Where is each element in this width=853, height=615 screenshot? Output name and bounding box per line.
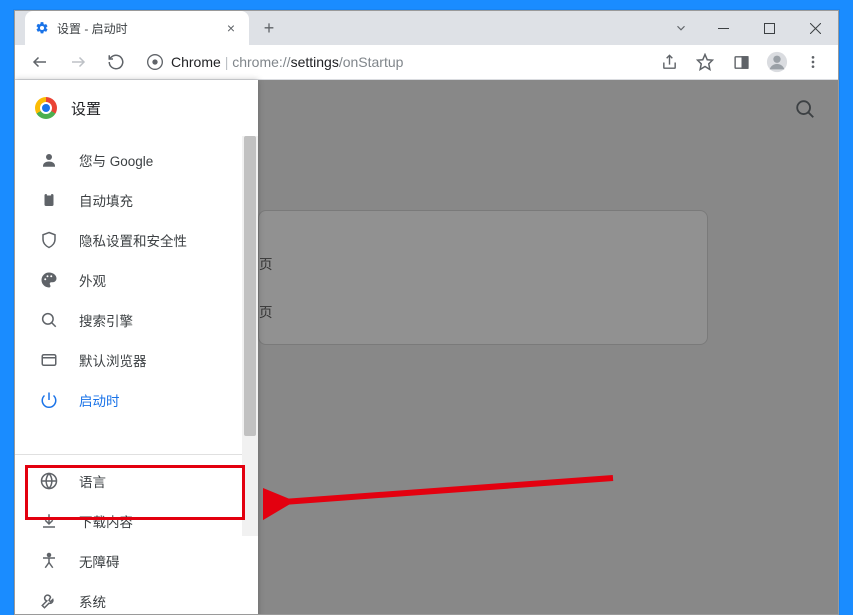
profile-avatar[interactable]	[760, 45, 794, 79]
sidebar-item-label: 无障碍	[79, 551, 120, 571]
sidebar-item-globe[interactable]: 语言	[15, 461, 258, 501]
site-info-icon[interactable]	[147, 54, 163, 70]
side-panel-icon[interactable]	[724, 45, 758, 79]
gear-icon	[35, 21, 49, 35]
sidebar-item-label: 系统	[79, 591, 106, 611]
sidebar-item-label: 您与 Google	[79, 150, 153, 170]
sidebar-item-shield[interactable]: 隐私设置和安全性	[15, 220, 258, 260]
sidebar-item-power[interactable]: 启动时	[15, 380, 258, 420]
browser-tab[interactable]: 设置 - 启动时 ×	[25, 11, 249, 45]
sidebar-item-label: 下载内容	[79, 511, 133, 531]
card-text-fragment: 页	[259, 253, 273, 273]
sidebar-scroll-thumb[interactable]	[244, 136, 256, 436]
sidebar-item-label: 外观	[79, 270, 106, 290]
search-icon	[39, 311, 59, 329]
accessibility-icon	[39, 552, 59, 570]
globe-icon	[39, 472, 59, 490]
sidebar-item-browser[interactable]: 默认浏览器	[15, 340, 258, 380]
forward-button[interactable]	[61, 45, 95, 79]
palette-icon	[39, 271, 59, 289]
new-tab-button[interactable]: +	[255, 14, 283, 42]
sidebar-item-label: 隐私设置和安全性	[79, 230, 187, 250]
search-settings-icon[interactable]	[794, 98, 816, 120]
sidebar-item-person[interactable]: 您与 Google	[15, 140, 258, 180]
person-icon	[39, 151, 59, 169]
sidebar-item-wrench[interactable]: 系统	[15, 581, 258, 615]
sidebar-scrollbar[interactable]	[242, 136, 258, 536]
address-bar[interactable]: Chrome | chrome://settings/onStartup	[137, 47, 648, 77]
close-window-button[interactable]	[792, 11, 838, 45]
chrome-logo-icon	[35, 97, 57, 119]
sidebar-item-accessibility[interactable]: 无障碍	[15, 541, 258, 581]
url-text: Chrome | chrome://settings/onStartup	[171, 54, 403, 70]
back-button[interactable]	[23, 45, 57, 79]
sidebar-item-label: 自动填充	[79, 190, 133, 210]
tab-search-button[interactable]	[662, 11, 700, 45]
sidebar-title: 设置	[71, 98, 101, 119]
toolbar: Chrome | chrome://settings/onStartup	[15, 45, 838, 80]
settings-main: 页 页	[258, 80, 838, 615]
minimize-button[interactable]	[700, 11, 746, 45]
wrench-icon	[39, 592, 59, 610]
maximize-button[interactable]	[746, 11, 792, 45]
tab-strip: 设置 - 启动时 × +	[15, 11, 838, 45]
page-content: 设置 您与 Google 自动填充隐私设置和安全性外观搜索引擎默认浏览器启动时语言…	[15, 80, 838, 615]
window-controls	[662, 11, 838, 45]
reload-button[interactable]	[99, 45, 133, 79]
tab-title: 设置 - 启动时	[57, 20, 223, 37]
sidebar-item-label: 启动时	[79, 390, 120, 410]
close-tab-icon[interactable]: ×	[223, 20, 239, 36]
download-icon	[39, 512, 59, 530]
sidebar-item-palette[interactable]: 外观	[15, 260, 258, 300]
clipboard-icon	[39, 191, 59, 209]
sidebar-header: 设置	[15, 80, 258, 136]
settings-sidebar: 设置 您与 Google 自动填充隐私设置和安全性外观搜索引擎默认浏览器启动时语言…	[15, 80, 258, 615]
sidebar-item-clipboard[interactable]: 自动填充	[15, 180, 258, 220]
sidebar-item-label: 搜索引擎	[79, 310, 133, 330]
sidebar-item-label: 语言	[79, 471, 106, 491]
nav-divider	[15, 454, 258, 455]
sidebar-item-search[interactable]: 搜索引擎	[15, 300, 258, 340]
power-icon	[39, 391, 59, 409]
card-text-fragment: 页	[259, 301, 273, 321]
startup-options-card: 页 页	[258, 210, 708, 345]
sidebar-item-label: 默认浏览器	[79, 350, 147, 370]
shield-icon	[39, 231, 59, 249]
share-icon[interactable]	[652, 45, 686, 79]
browser-icon	[39, 351, 59, 369]
sidebar-item-download[interactable]: 下载内容	[15, 501, 258, 541]
menu-icon[interactable]	[796, 45, 830, 79]
bookmark-icon[interactable]	[688, 45, 722, 79]
chrome-window: 设置 - 启动时 × +	[14, 10, 839, 615]
